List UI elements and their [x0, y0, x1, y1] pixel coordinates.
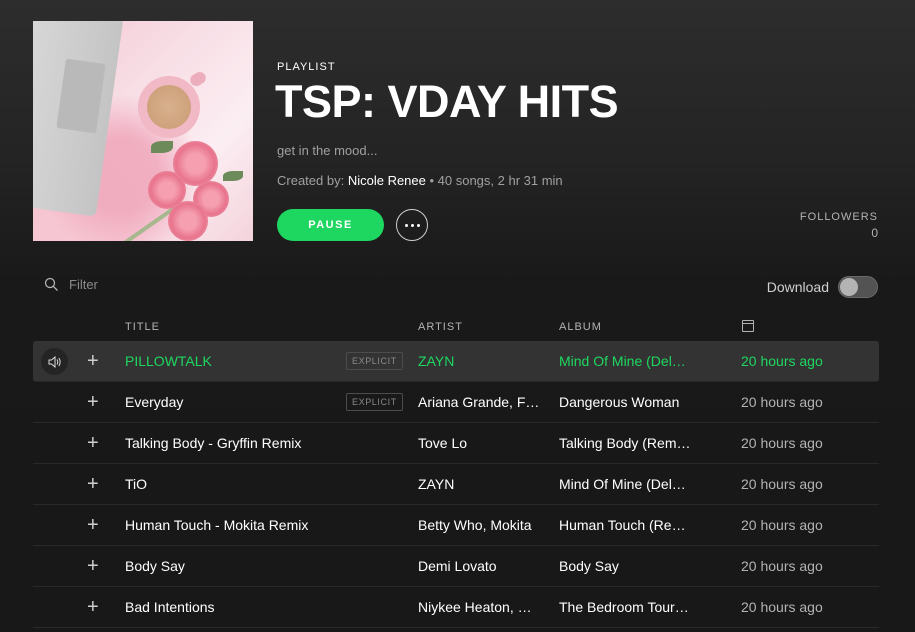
track-artist[interactable]: Demi Lovato	[418, 546, 543, 587]
dot-icon	[416, 223, 420, 227]
track-album[interactable]: Body Say	[559, 546, 691, 587]
track-added-date: 20 hours ago	[741, 476, 823, 492]
track-title[interactable]: Bad Intentions	[125, 587, 345, 628]
playlist-description: get in the mood...	[277, 143, 378, 158]
playlist-title: TSP: VDAY HITS	[275, 76, 619, 127]
track-title[interactable]: Human Touch - Mokita Remix	[125, 505, 345, 546]
download-control: Download	[767, 276, 878, 298]
track-row[interactable]: + PILLOWTALK EXPLICIT ZAYN Mind Of Mine …	[33, 341, 879, 382]
coffee-cup-graphic	[138, 76, 200, 138]
track-album[interactable]: Dangerous Woman	[559, 382, 691, 423]
filter-box	[44, 277, 189, 292]
track-artist[interactable]: ZAYN	[418, 341, 543, 382]
add-track-icon[interactable]: +	[87, 382, 101, 423]
track-row[interactable]: + Everyday EXPLICIT Ariana Grande, Fut… …	[33, 382, 879, 423]
pause-button[interactable]: PAUSE	[277, 209, 384, 241]
track-artist[interactable]: Niykee Heaton, Mi…	[418, 587, 543, 628]
calendar-icon[interactable]	[742, 320, 754, 332]
leaf-graphic	[151, 141, 173, 153]
rose-graphic	[168, 201, 208, 241]
playlist-type-label: PLAYLIST	[277, 61, 336, 73]
search-icon	[44, 277, 58, 291]
playlist-summary: • 40 songs, 2 hr 31 min	[425, 173, 563, 188]
track-artist[interactable]: Betty Who, Mokita	[418, 505, 543, 546]
track-row[interactable]: + Body Say Demi Lovato Body Say 20 hours…	[33, 546, 879, 587]
column-header-title[interactable]: TITLE	[125, 321, 160, 333]
add-track-icon[interactable]: +	[87, 587, 101, 628]
track-added-date: 20 hours ago	[741, 394, 823, 410]
add-track-icon[interactable]: +	[87, 423, 101, 464]
track-title[interactable]: TiO	[125, 464, 345, 505]
leaf-graphic	[223, 171, 243, 181]
track-added-date: 20 hours ago	[741, 353, 823, 369]
explicit-badge: EXPLICIT	[346, 393, 403, 411]
column-header-album[interactable]: ALBUM	[559, 321, 602, 333]
more-options-button[interactable]	[396, 209, 428, 241]
add-track-icon[interactable]: +	[87, 546, 101, 587]
track-title[interactable]: Everyday	[125, 382, 345, 423]
track-album[interactable]: Mind Of Mine (Del…	[559, 464, 691, 505]
add-track-icon[interactable]: +	[87, 464, 101, 505]
track-album[interactable]: The Bedroom Tour…	[559, 587, 691, 628]
track-artist[interactable]: Tove Lo	[418, 423, 543, 464]
add-track-icon[interactable]: +	[87, 505, 101, 546]
track-row[interactable]: + Human Touch - Mokita Remix Betty Who, …	[33, 505, 879, 546]
download-label: Download	[766, 279, 829, 295]
speaker-icon[interactable]	[41, 348, 68, 375]
track-artist[interactable]: ZAYN	[418, 464, 543, 505]
track-added-date: 20 hours ago	[741, 558, 823, 574]
dot-icon	[410, 223, 414, 227]
track-added-date: 20 hours ago	[741, 599, 823, 615]
followers-label: FOLLOWERS	[799, 211, 878, 223]
dot-icon	[404, 223, 408, 227]
track-album[interactable]: Mind Of Mine (Del…	[559, 341, 691, 382]
explicit-badge: EXPLICIT	[346, 352, 403, 370]
track-title[interactable]: PILLOWTALK	[125, 341, 345, 382]
track-title[interactable]: Body Say	[125, 546, 345, 587]
add-track-icon[interactable]: +	[87, 341, 101, 382]
playlist-meta: Created by: Nicole Renee • 40 songs, 2 h…	[277, 173, 563, 188]
filter-input[interactable]	[69, 277, 189, 292]
followers-count: 0	[871, 226, 878, 240]
track-album[interactable]: Talking Body (Remi…	[559, 423, 691, 464]
track-title[interactable]: Talking Body - Gryffin Remix	[125, 423, 345, 464]
column-header-artist[interactable]: ARTIST	[418, 321, 463, 333]
playlist-cover-image[interactable]	[33, 21, 253, 241]
track-added-date: 20 hours ago	[741, 517, 823, 533]
track-artist[interactable]: Ariana Grande, Fut…	[418, 382, 543, 423]
track-row[interactable]: + Talking Body - Gryffin Remix Tove Lo T…	[33, 423, 879, 464]
track-list: + PILLOWTALK EXPLICIT ZAYN Mind Of Mine …	[33, 341, 879, 628]
created-by-label: Created by:	[277, 173, 345, 188]
owner-link[interactable]: Nicole Renee	[348, 173, 426, 188]
track-row[interactable]: + TiO ZAYN Mind Of Mine (Del… 20 hours a…	[33, 464, 879, 505]
track-added-date: 20 hours ago	[741, 435, 823, 451]
track-row[interactable]: + Bad Intentions Niykee Heaton, Mi… The …	[33, 587, 879, 628]
download-toggle[interactable]	[838, 276, 878, 298]
track-album[interactable]: Human Touch (Re…	[559, 505, 691, 546]
